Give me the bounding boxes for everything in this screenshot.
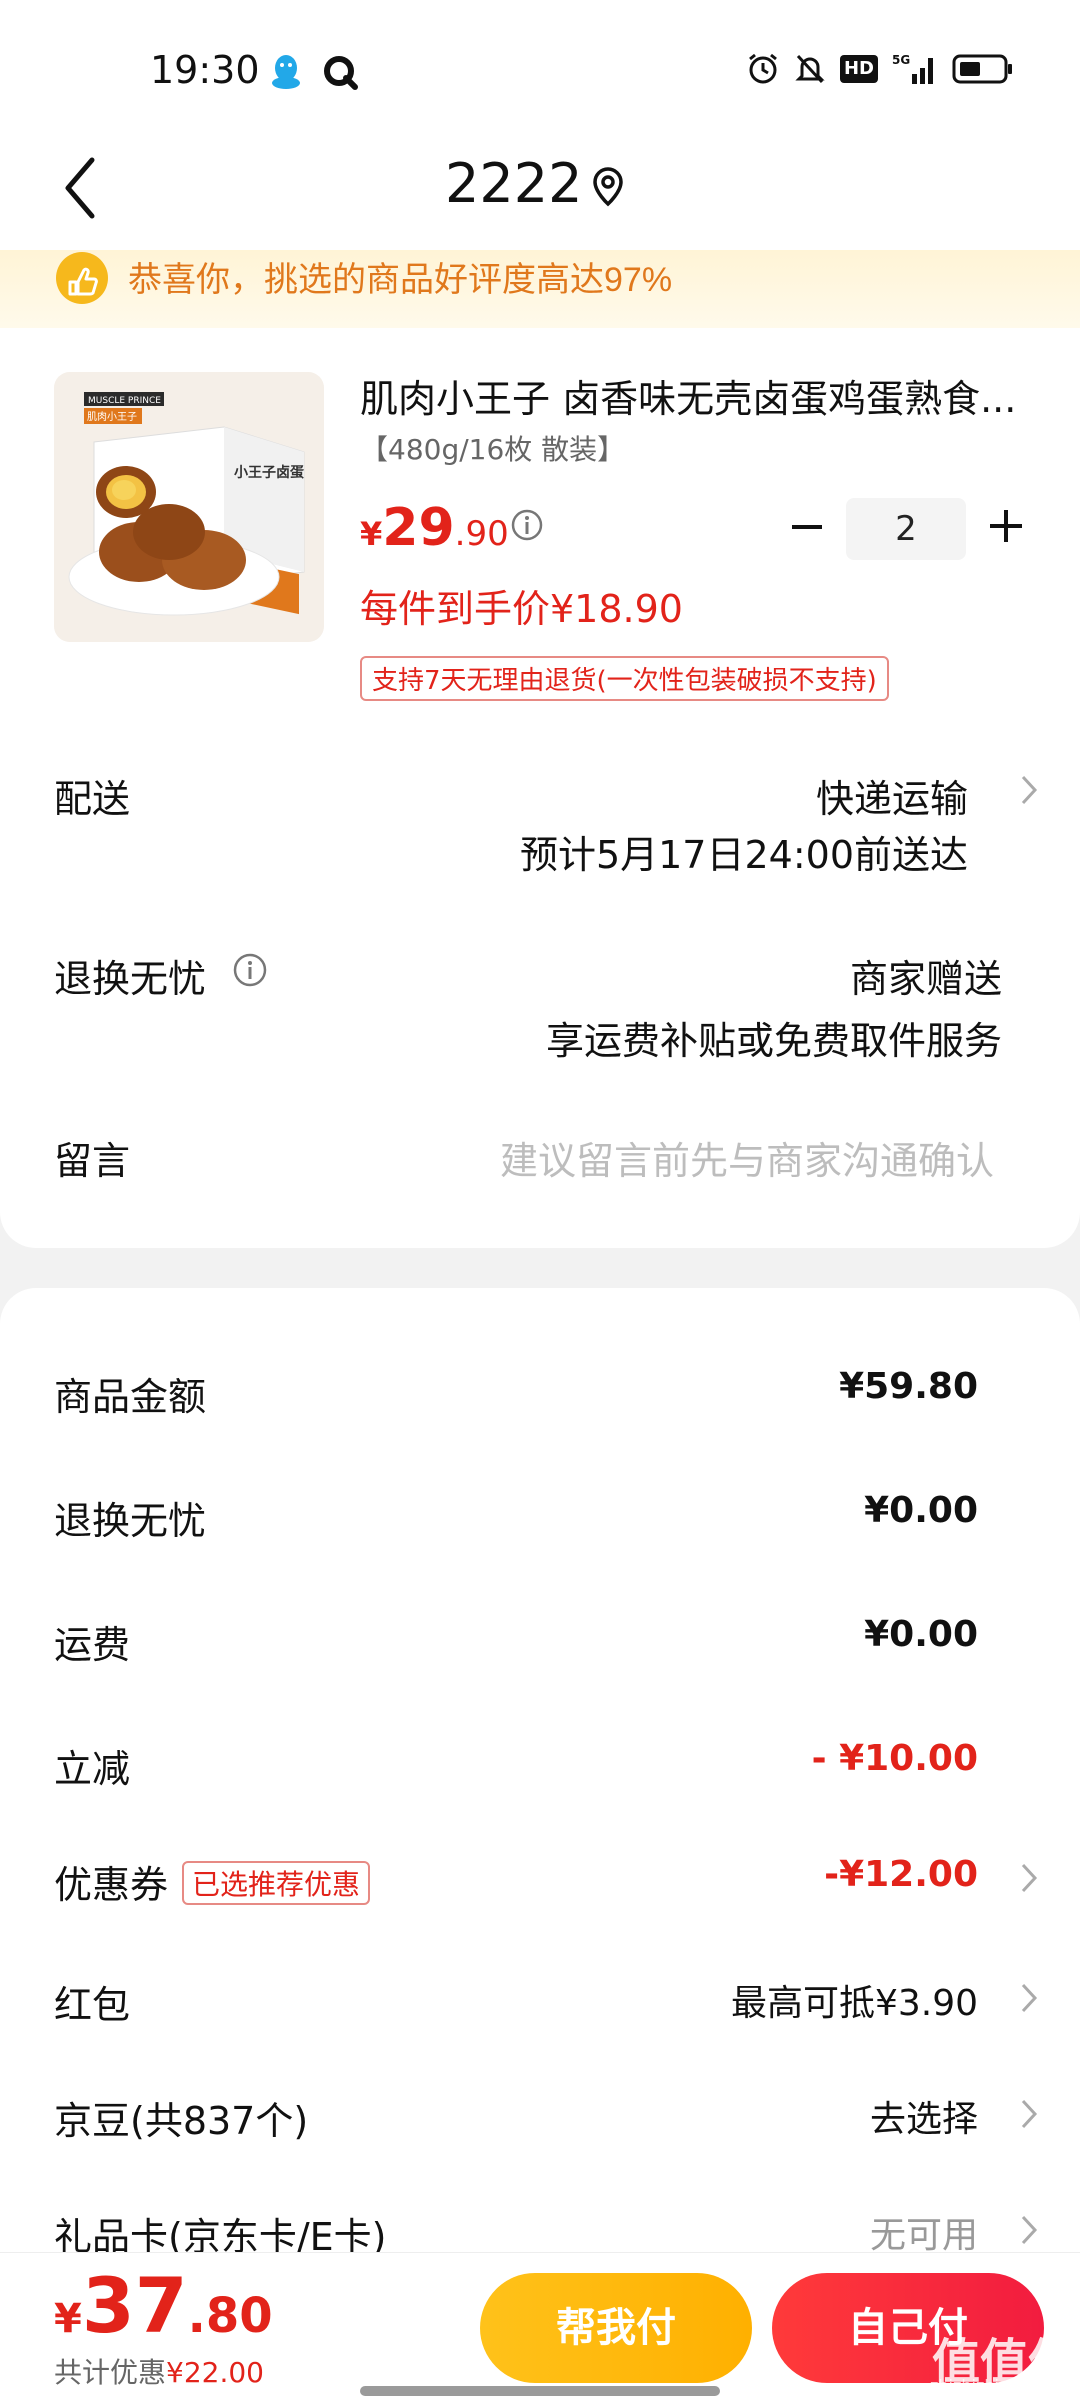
coupon-recommended-tag: 已选推荐优惠: [182, 1861, 371, 1905]
delivery-label: 配送: [54, 777, 131, 821]
shipping-label: 运费: [54, 1623, 131, 1667]
qq-icon: [272, 55, 300, 89]
chevron-right-icon[interactable]: [1018, 1980, 1040, 2016]
instant-discount-label: 立减: [54, 1747, 131, 1791]
price-integer: 29: [382, 498, 455, 558]
return-service-value: 商家赠送: [849, 957, 1002, 1001]
image-label: MUSCLE PRINCE: [88, 396, 161, 406]
thumbs-up-icon: [56, 252, 108, 304]
price-decimal: .90: [454, 514, 509, 554]
coupon-label[interactable]: 优惠券 已选推荐优惠: [54, 1854, 371, 1909]
page-title[interactable]: 2222: [445, 152, 582, 215]
chevron-left-icon[interactable]: [58, 152, 102, 224]
total-decimal: .80: [187, 2288, 273, 2344]
delivery-eta: 预计5月17日24:00前送达: [519, 833, 968, 877]
gift-card-value[interactable]: 无可用: [870, 2206, 978, 2258]
red-packet-label: 红包: [54, 1983, 131, 2027]
message-label: 留言: [54, 1139, 131, 1183]
unit-price: 每件到手价¥18.90: [360, 587, 683, 631]
product-price: ¥29.90: [360, 498, 509, 558]
checkout-bar: ¥37.80 共计优惠¥22.00 帮我付 自己付: [0, 2252, 1080, 2400]
5g-signal-icon: 5G: [892, 53, 933, 84]
return-fee-label: 退换无忧: [54, 1499, 207, 1543]
status-icons: HD 5G: [746, 52, 1014, 86]
header: 2222: [0, 130, 1080, 255]
total-discount-prefix: 共计优惠: [54, 2356, 167, 2389]
chevron-right-icon[interactable]: [1018, 1860, 1040, 1896]
delivery-value[interactable]: 快递运输: [816, 768, 968, 823]
return-policy-tag: 支持7天无理由退货(一次性包装破损不支持): [360, 656, 889, 701]
product-photo: MUSCLE PRINCE 肌肉小王子 小王子卤蛋: [54, 372, 324, 642]
message-input[interactable]: 建议留言前先与商家沟通确认: [500, 1130, 994, 1185]
instant-discount-value: - ¥10.00: [811, 1738, 978, 1779]
goods-amount-value: ¥59.80: [839, 1366, 978, 1407]
product-image[interactable]: MUSCLE PRINCE 肌肉小王子 小王子卤蛋: [54, 372, 324, 642]
praise-banner: 恭喜你，挑选的商品好评度高达97%: [0, 250, 1080, 328]
chevron-right-icon[interactable]: [1018, 2096, 1040, 2132]
product-card: MUSCLE PRINCE 肌肉小王子 小王子卤蛋 肌肉小王子 卤香味无壳卤蛋鸡…: [0, 328, 1080, 1248]
jingdou-value[interactable]: 去选择: [870, 2090, 978, 2142]
mute-bell-icon: [795, 54, 825, 84]
total-price: ¥37.80: [54, 2261, 273, 2350]
svg-text:5G: 5G: [892, 53, 910, 67]
alarm-icon: [749, 53, 777, 84]
help-me-pay-button[interactable]: 帮我付: [480, 2273, 752, 2383]
shipping-value: ¥0.00: [864, 1614, 978, 1655]
return-service-label: 退换无忧: [54, 957, 207, 1001]
quantity-value[interactable]: 2: [846, 498, 966, 560]
image-box-text: 小王子卤蛋: [234, 464, 304, 481]
product-title[interactable]: 肌肉小王子 卤香味无壳卤蛋鸡蛋熟食...: [360, 368, 1030, 423]
quantity-minus-button[interactable]: [788, 508, 826, 546]
home-indicator[interactable]: [360, 2386, 720, 2396]
red-packet-value[interactable]: 最高可抵¥3.90: [731, 1974, 978, 2026]
q-app-icon: [324, 56, 358, 90]
chevron-right-icon[interactable]: [1018, 2212, 1040, 2248]
coupon-label-text: 优惠券: [54, 1863, 169, 1907]
price-symbol: ¥: [360, 515, 383, 553]
hd-badge: HD: [839, 55, 878, 83]
total-discount: 共计优惠¥22.00: [54, 2351, 264, 2391]
coupon-value[interactable]: -¥12.00: [824, 1854, 978, 1895]
product-spec[interactable]: 【480g/16枚 散装】: [360, 428, 625, 468]
total-integer: 37: [81, 2261, 188, 2350]
status-time: 19:30: [150, 48, 260, 92]
battery-icon: [952, 54, 1012, 84]
info-icon[interactable]: [510, 508, 544, 542]
status-bar: 19:30 HD 5G: [0, 0, 1080, 130]
price-summary-card: 商品金额 ¥59.80 退换无忧 ¥0.00 运费 ¥0.00 立减 - ¥10…: [0, 1288, 1080, 2288]
goods-amount-label: 商品金额: [54, 1375, 207, 1419]
location-pin-icon[interactable]: [590, 166, 626, 208]
quantity-plus-button[interactable]: [986, 506, 1026, 546]
return-fee-value: ¥0.00: [864, 1490, 978, 1531]
jingdou-label: 京豆(共837个): [54, 2099, 309, 2143]
total-discount-amount: ¥22.00: [166, 2356, 264, 2389]
watermark-url: zhizhizhi.com: [930, 2376, 1039, 2395]
return-service-sub: 享运费补贴或免费取件服务: [545, 1019, 1002, 1063]
info-icon[interactable]: [232, 952, 268, 988]
chevron-right-icon[interactable]: [1018, 772, 1040, 808]
praise-banner-text: 恭喜你，挑选的商品好评度高达97%: [128, 261, 673, 299]
image-brand: 肌肉小王子: [87, 410, 137, 423]
total-symbol: ¥: [54, 2296, 82, 2342]
